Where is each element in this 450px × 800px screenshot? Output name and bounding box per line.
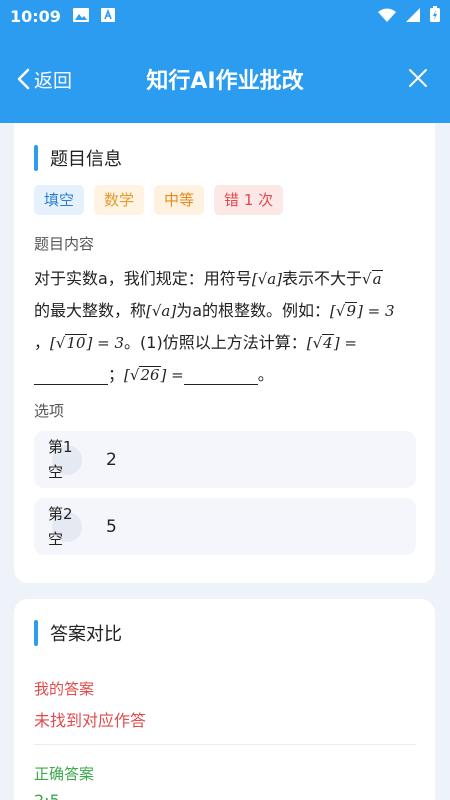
option-item-1: 第1 空 2 (34, 431, 416, 488)
my-answer-label: 我的答案 (34, 680, 95, 698)
math-root-integer-a-2: [√a] (146, 302, 177, 320)
back-button[interactable]: 返回 (16, 66, 72, 93)
question-info-title: 题目信息 (34, 145, 122, 171)
option-item-2: 第2 空 5 (34, 498, 416, 555)
options-label: 选项 (34, 402, 65, 420)
option-value: 2 (106, 449, 117, 470)
back-label: 返回 (34, 69, 73, 92)
image-notification-icon (72, 7, 89, 26)
chevron-left-icon (17, 68, 30, 90)
tag-type: 填空 (34, 185, 85, 215)
tag-subject: 数学 (94, 185, 145, 215)
correct-answer-value: 2;5 (34, 791, 60, 800)
wifi-icon (378, 7, 396, 26)
nav-bar: 返回 知行AI作业批改 (0, 52, 450, 106)
math-example2-arg: 10 (65, 334, 87, 352)
app-notification-icon (100, 7, 115, 26)
question-content: 对于实数a，我们规定：用符号[√a]表示不大于√a 的最大整数，称[√a]为a的… (34, 269, 395, 385)
math-example2-result: = 3 (97, 334, 125, 352)
tag-difficulty: 中等 (154, 185, 205, 215)
section-accent-bar (34, 145, 38, 171)
answer-blank-2 (183, 367, 258, 385)
close-icon (409, 69, 427, 87)
content-label: 题目内容 (34, 235, 95, 253)
section-accent-bar (34, 620, 38, 646)
math-example1-arg: 9 (345, 302, 358, 320)
math-example1-result: = 3 (367, 302, 395, 320)
close-button[interactable] (408, 68, 428, 92)
tag-error-count: 错 1 次 (214, 185, 284, 215)
status-time: 10:09 (10, 6, 61, 26)
my-answer-value: 未找到对应作答 (34, 711, 147, 730)
option-badge: 第1 空 (48, 435, 92, 485)
math-question1-arg: 4 (322, 334, 334, 352)
question-tags: 填空 数学 中等 错 1 次 (34, 185, 284, 215)
math-root-integer-a: [√a] (251, 270, 283, 288)
answer-compare-card: 答案对比 我的答案 未找到对应作答 正确答案 2;5 (14, 599, 435, 800)
option-value: 5 (106, 516, 117, 537)
correct-answer-label: 正确答案 (34, 765, 95, 783)
answer-blank-1 (34, 367, 108, 385)
app-header: 10:09 返回 知行AI作业批改 (0, 0, 450, 123)
divider (34, 744, 416, 745)
question-info-card: 题目信息 填空 数学 中等 错 1 次 题目内容 对于实数a，我们规定：用符号[… (14, 123, 435, 583)
math-sqrt-a: a (371, 270, 383, 288)
status-bar: 10:09 (0, 0, 450, 32)
battery-icon (430, 6, 440, 26)
answer-compare-title: 答案对比 (34, 620, 122, 646)
math-question2-arg: 26 (139, 366, 161, 384)
option-badge: 第2 空 (48, 502, 92, 552)
signal-icon (406, 7, 420, 26)
